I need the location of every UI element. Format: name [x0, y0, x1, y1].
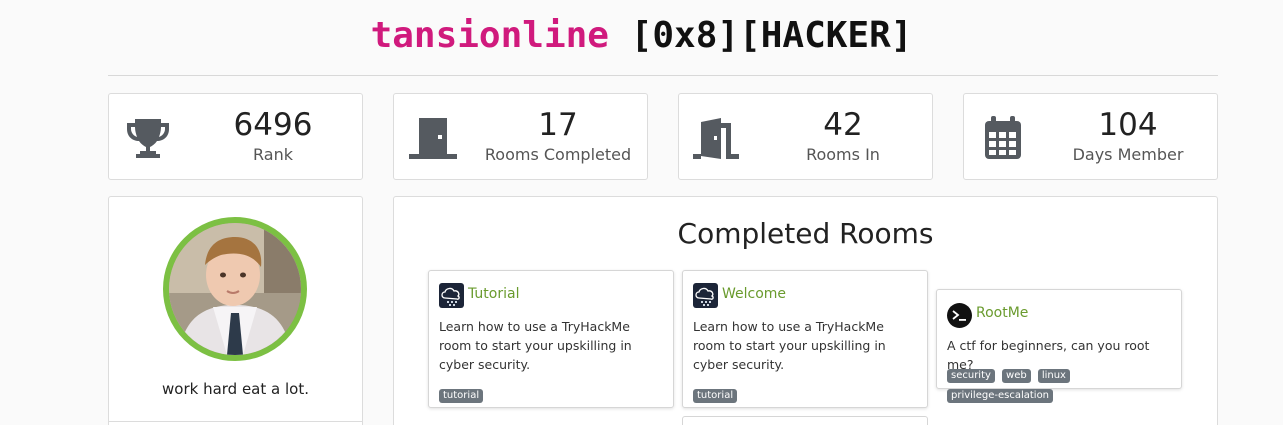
rank-tag: [0x8][HACKER] — [630, 15, 913, 56]
room-description: Learn how to use a TryHackMe room to sta… — [439, 319, 632, 372]
room-title[interactable]: Tutorial — [468, 286, 519, 302]
header-divider — [108, 75, 1218, 76]
stat-rank: 6496 Rank — [108, 93, 363, 180]
room-card-welcome[interactable]: Welcome Learn how to use a TryHackMe roo… — [682, 270, 928, 408]
rooms-in-label: Rooms In — [806, 145, 880, 164]
avatar — [163, 217, 307, 361]
room-tag[interactable]: security — [947, 369, 995, 383]
room-tags: tutorial — [693, 383, 739, 403]
room-tags: security web linux privilege-escalation — [947, 363, 1181, 403]
completed-rooms-panel: Completed Rooms Tutorial Learn how to us… — [393, 196, 1218, 425]
room-title[interactable]: Welcome — [722, 286, 786, 302]
stat-days-member: 104 Days Member — [963, 93, 1218, 180]
room-card-rootme[interactable]: RootMe A ctf for beginners, can you root… — [936, 289, 1182, 403]
stat-rooms-completed: 17 Rooms Completed — [393, 93, 648, 180]
room-tag[interactable]: web — [1002, 369, 1031, 383]
calendar-icon — [985, 116, 1021, 159]
door-open-icon — [693, 118, 739, 159]
profile-header: tansionline [0x8][HACKER] — [0, 14, 1283, 58]
completed-rooms-title: Completed Rooms — [677, 217, 934, 250]
room-card-partial[interactable] — [682, 416, 928, 425]
username: tansionline — [370, 15, 609, 56]
room-tag[interactable]: linux — [1037, 369, 1070, 383]
rooms-completed-label: Rooms Completed — [484, 145, 632, 164]
profile-card: work hard eat a lot. — [108, 196, 363, 425]
cloud-tryhackme-icon — [693, 283, 718, 308]
profile-divider — [109, 421, 362, 422]
room-title[interactable]: RootMe — [976, 305, 1028, 321]
trophy-icon — [127, 119, 169, 158]
rank-value: 6496 — [233, 107, 313, 143]
terminal-icon — [947, 303, 972, 328]
room-tag[interactable]: privilege-escalation — [947, 389, 1054, 403]
stat-rooms-in: 42 Rooms In — [678, 93, 933, 180]
door-closed-icon — [409, 118, 457, 159]
room-tag[interactable]: tutorial — [693, 389, 738, 403]
cloud-tryhackme-icon — [439, 283, 464, 308]
days-member-value: 104 — [1098, 107, 1158, 143]
profile-bio: work hard eat a lot. — [162, 380, 309, 398]
rank-label: Rank — [253, 145, 293, 164]
rooms-in-value: 42 — [823, 107, 863, 143]
room-tag[interactable]: tutorial — [439, 389, 484, 403]
days-member-label: Days Member — [1072, 145, 1184, 164]
room-tags: tutorial — [439, 383, 485, 403]
room-card-tutorial[interactable]: Tutorial Learn how to use a TryHackMe ro… — [428, 270, 674, 408]
rooms-completed-value: 17 — [538, 107, 578, 143]
room-description: Learn how to use a TryHackMe room to sta… — [693, 319, 886, 372]
